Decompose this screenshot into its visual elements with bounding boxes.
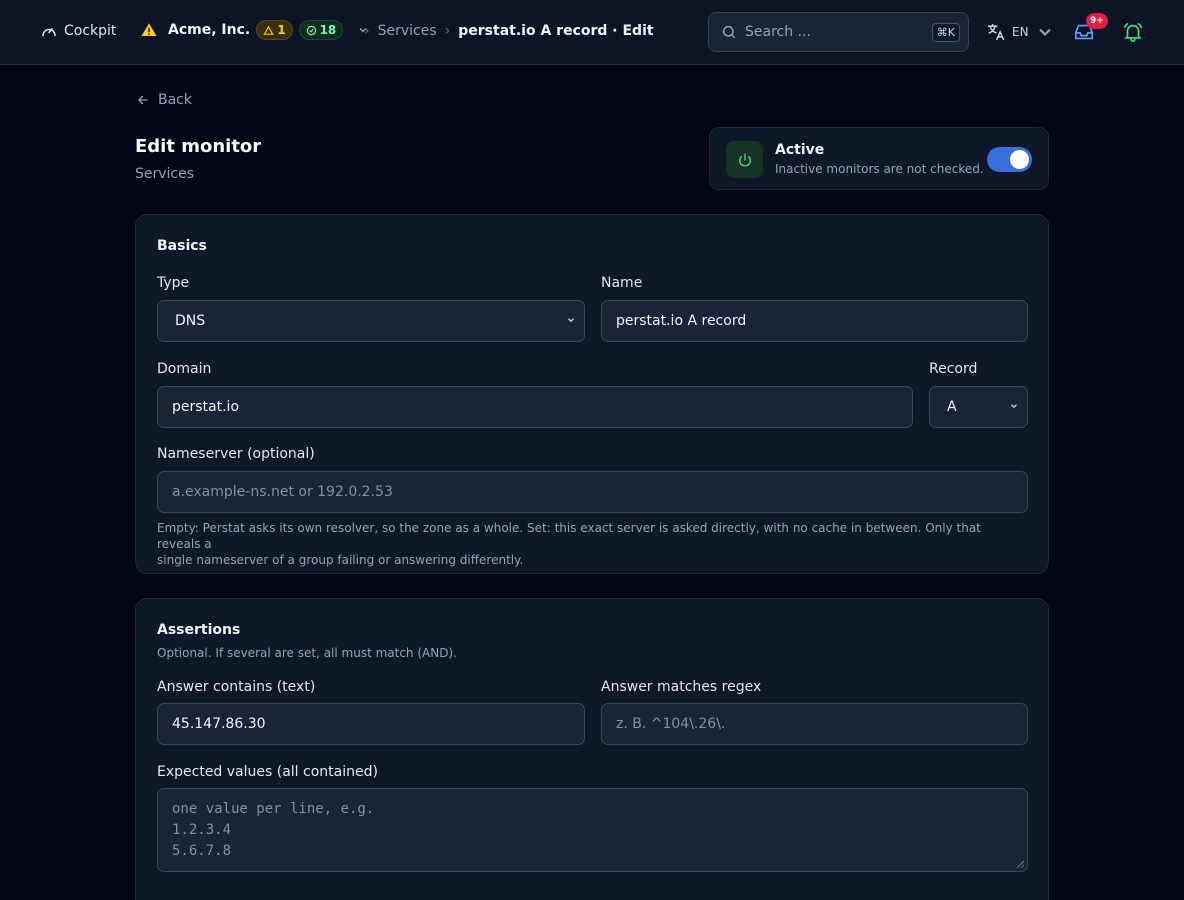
basics-title: Basics [157, 238, 207, 254]
inbox-badge: 9+ [1086, 13, 1108, 29]
type-value: DNS [175, 313, 206, 329]
active-title: Active [775, 142, 825, 158]
search-placeholder: Search ... [745, 24, 811, 40]
breadcrumb: › Services › perstat.io A record · Edit [364, 23, 654, 39]
nameserver-label: Nameserver (optional) [157, 446, 315, 462]
breadcrumb-separator-icon: › [444, 23, 451, 39]
assertions-card: Assertions Optional. If several are set,… [135, 598, 1049, 900]
domain-label: Domain [157, 361, 212, 377]
power-icon [738, 152, 751, 167]
back-link[interactable]: Back [136, 92, 192, 108]
brand-link[interactable]: Cockpit [40, 22, 116, 40]
resize-handle-icon[interactable] [1016, 860, 1024, 868]
chevron-down-icon [1011, 404, 1017, 409]
page-subtitle: Services [135, 166, 195, 182]
chevron-down-icon [1038, 28, 1051, 36]
back-label: Back [158, 92, 192, 108]
contains-input[interactable]: 45.147.86.30 [157, 703, 585, 745]
expected-label: Expected values (all contained) [157, 764, 378, 780]
check-circle-icon [306, 25, 316, 35]
assertions-title: Assertions [157, 622, 241, 638]
record-select[interactable]: A [929, 386, 1028, 428]
contains-value: 45.147.86.30 [172, 716, 266, 732]
translate-icon [987, 23, 1005, 41]
contains-label: Answer contains (text) [157, 679, 316, 695]
warning-icon [141, 23, 157, 36]
search-box[interactable]: Search ... ⌘K [708, 12, 969, 52]
ok-count: 18 [319, 23, 337, 37]
name-value: perstat.io A record [616, 313, 747, 329]
power-icon-wrap [726, 141, 763, 178]
record-value: A [947, 399, 957, 415]
arrow-left-icon [138, 95, 148, 105]
regex-input[interactable]: z. B. ^104\.26\. [601, 703, 1028, 745]
name-input[interactable]: perstat.io A record [601, 300, 1028, 342]
ok-count-badge: 18 [298, 20, 344, 40]
brand-label: Cockpit [64, 23, 117, 39]
org-name: Acme, Inc. [168, 22, 251, 38]
regex-label: Answer matches regex [601, 679, 762, 695]
type-label: Type [157, 275, 190, 291]
page-title: Edit monitor [135, 136, 262, 157]
nameserver-input[interactable]: a.example-ns.net or 192.0.2.53 [157, 471, 1028, 513]
breadcrumb-separator-icon: › [364, 23, 370, 39]
bell-ringing-icon[interactable] [1122, 21, 1144, 43]
active-card: Active Inactive monitors are not checked… [709, 127, 1049, 190]
gauge-icon [42, 28, 56, 37]
toggle-knob [1010, 150, 1029, 169]
top-bar: Cockpit Acme, Inc. 1 18 › Services › per… [0, 0, 1184, 65]
regex-placeholder: z. B. ^104\.26\. [616, 716, 726, 732]
active-description: Inactive monitors are not checked. [775, 162, 984, 176]
warning-count: 1 [277, 23, 286, 37]
warning-small-icon [263, 25, 274, 35]
search-icon [722, 25, 736, 39]
expected-placeholder-line-2: 1.2.3.4 [172, 822, 232, 838]
expected-placeholder-line-1: one value per line, e.g. [172, 801, 375, 817]
active-toggle[interactable] [987, 147, 1032, 172]
assertions-subtitle: Optional. If several are set, all must m… [157, 646, 457, 660]
name-label: Name [601, 275, 643, 291]
expected-textarea[interactable]: one value per line, e.g. 1.2.3.4 5.6.7.8 [157, 788, 1028, 872]
nameserver-help-line-2: single nameserver of a group failing or … [157, 553, 524, 567]
expected-placeholder-line-3: 5.6.7.8 [172, 843, 232, 859]
chevron-down-icon [568, 318, 574, 323]
domain-value: perstat.io [172, 399, 240, 415]
type-select[interactable]: DNS [157, 300, 585, 342]
org-switcher[interactable]: Acme, Inc. 1 18 [140, 20, 369, 40]
basics-card: Basics Type DNS Name perstat.io A record… [135, 214, 1049, 574]
nameserver-help-line-1: Empty: Perstat asks its own resolver, so… [157, 521, 981, 551]
breadcrumb-services[interactable]: Services [378, 23, 437, 39]
domain-input[interactable]: perstat.io [157, 386, 913, 428]
record-label: Record [929, 361, 978, 377]
warning-count-badge: 1 [256, 20, 293, 40]
language-switcher[interactable]: EN [986, 22, 1055, 42]
breadcrumb-current: perstat.io A record · Edit [458, 23, 654, 39]
language-label: EN [1012, 25, 1029, 39]
search-shortcut: ⌘K [931, 22, 960, 42]
nameserver-help: Empty: Perstat asks its own resolver, so… [157, 520, 1028, 568]
nameserver-placeholder: a.example-ns.net or 192.0.2.53 [172, 484, 393, 500]
